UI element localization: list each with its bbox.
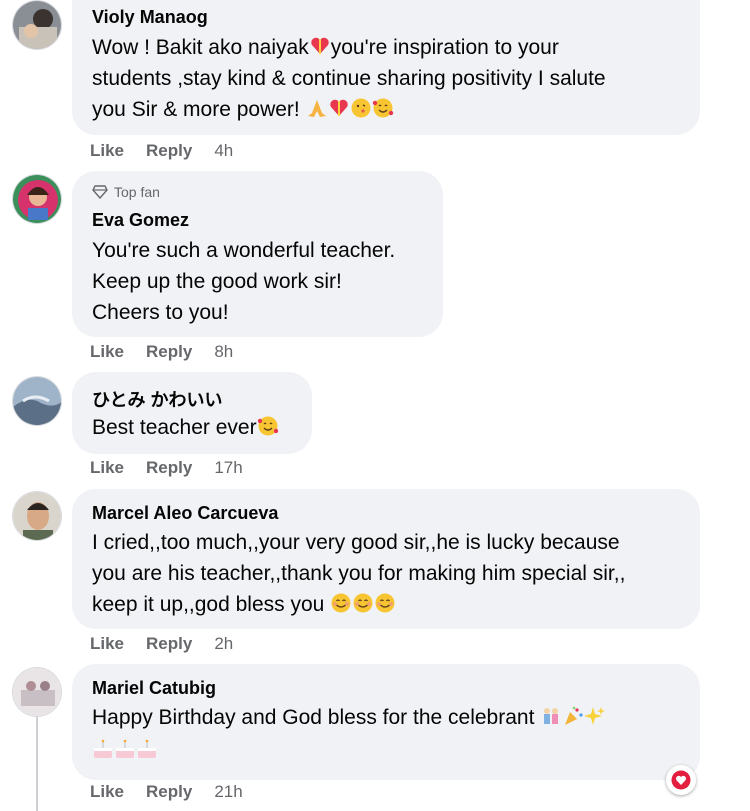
comment-author[interactable]: Marcel Aleo Carcueva bbox=[92, 503, 278, 524]
reply-thread-line bbox=[36, 705, 38, 811]
comment-actions: Like Reply 2h bbox=[90, 634, 233, 654]
comment-author[interactable]: Mariel Catubig bbox=[92, 678, 216, 699]
like-button[interactable]: Like bbox=[90, 782, 124, 802]
reply-button[interactable]: Reply bbox=[146, 342, 192, 362]
reply-button[interactable]: Reply bbox=[146, 141, 192, 161]
comment-line: Best teacher ever bbox=[92, 412, 279, 443]
comment-line: you are his teacher,,thank you for makin… bbox=[92, 562, 626, 585]
like-button[interactable]: Like bbox=[90, 342, 124, 362]
birthday-cake-emoji-icon bbox=[138, 739, 156, 758]
heart-gift-emoji-icon bbox=[329, 99, 348, 116]
comment-line: you Sir & more power! bbox=[92, 94, 394, 125]
comment-timestamp[interactable]: 8h bbox=[214, 342, 233, 362]
like-button[interactable]: Like bbox=[90, 634, 124, 654]
comment-author[interactable]: ひとみ かわいい bbox=[92, 386, 222, 412]
diamond-icon bbox=[92, 185, 108, 199]
comment-line: Happy Birthday and God bless for the cel… bbox=[92, 702, 606, 733]
comment-bubble: Top fan Eva Gomez You're such a wonderfu… bbox=[72, 171, 443, 337]
comment-line: You're such a wonderful teacher. bbox=[92, 239, 396, 262]
birthday-cake-emoji-icon bbox=[116, 739, 134, 758]
comment-actions: Like Reply 17h bbox=[90, 458, 243, 478]
heart-icon bbox=[671, 770, 691, 790]
smiling-face-emoji-icon bbox=[331, 593, 351, 613]
comment-timestamp[interactable]: 2h bbox=[214, 634, 233, 654]
smiling-hearts-face-emoji-icon bbox=[372, 98, 393, 118]
avatar-hitomi[interactable] bbox=[12, 376, 62, 426]
kiss-face-emoji-icon bbox=[351, 98, 371, 118]
smiling-face-emoji-icon bbox=[375, 593, 395, 613]
like-button[interactable]: Like bbox=[90, 141, 124, 161]
avatar-mariel-catubig[interactable] bbox=[12, 667, 62, 717]
reply-button[interactable]: Reply bbox=[146, 458, 192, 478]
smiling-hearts-face-emoji-icon bbox=[257, 416, 278, 436]
comment-bubble: Violy Manaog Wow ! Bakit ako naiyak you'r… bbox=[72, 0, 700, 135]
like-button[interactable]: Like bbox=[90, 458, 124, 478]
heart-gift-emoji-icon bbox=[311, 37, 329, 54]
reply-button[interactable]: Reply bbox=[146, 782, 192, 802]
party-popper-emoji-icon bbox=[565, 706, 583, 725]
comment-bubble: Marcel Aleo Carcueva I cried,,too much,,… bbox=[72, 489, 700, 629]
avatar-eva-gomez[interactable] bbox=[12, 174, 62, 224]
comment-timestamp[interactable]: 17h bbox=[214, 458, 242, 478]
comment-line: Cheers to you! bbox=[92, 301, 229, 324]
comment-author[interactable]: Violy Manaog bbox=[92, 7, 208, 28]
comment-actions: Like Reply 21h bbox=[90, 782, 243, 802]
comment-timestamp[interactable]: 4h bbox=[214, 141, 233, 161]
comment-line: students ,stay kind & continue sharing p… bbox=[92, 67, 606, 90]
comment-line: I cried,,too much,,your very good sir,,h… bbox=[92, 531, 620, 554]
dancing-people-emoji-icon bbox=[544, 708, 559, 724]
comment-actions: Like Reply 8h bbox=[90, 342, 233, 362]
top-fan-badge: Top fan bbox=[92, 184, 160, 200]
comment-line: keep it up,,god bless you bbox=[92, 589, 396, 620]
comment-timestamp[interactable]: 21h bbox=[214, 782, 242, 802]
folded-hands-emoji-icon bbox=[307, 100, 326, 117]
comment-line: Wow ! Bakit ako naiyak you're inspiration… bbox=[92, 36, 559, 59]
comment-line: Keep up the good work sir! bbox=[92, 270, 342, 293]
smiling-face-emoji-icon bbox=[353, 593, 373, 613]
comment-bubble: ひとみ かわいい Best teacher ever bbox=[72, 372, 312, 454]
avatar-marcel-aleo-carcueva[interactable] bbox=[12, 491, 62, 541]
comment-actions: Like Reply 4h bbox=[90, 141, 233, 161]
birthday-cake-emoji-icon bbox=[94, 739, 112, 758]
avatar-violy-manaog[interactable] bbox=[12, 0, 62, 50]
reply-button[interactable]: Reply bbox=[146, 634, 192, 654]
comment-author[interactable]: Eva Gomez bbox=[92, 210, 189, 231]
sparkles-emoji-icon bbox=[584, 707, 606, 725]
comment-line bbox=[92, 735, 158, 766]
top-fan-label: Top fan bbox=[114, 184, 160, 200]
comment-bubble: Mariel Catubig Happy Birthday and God bl… bbox=[72, 664, 700, 780]
reaction-heart-button[interactable] bbox=[666, 765, 696, 795]
